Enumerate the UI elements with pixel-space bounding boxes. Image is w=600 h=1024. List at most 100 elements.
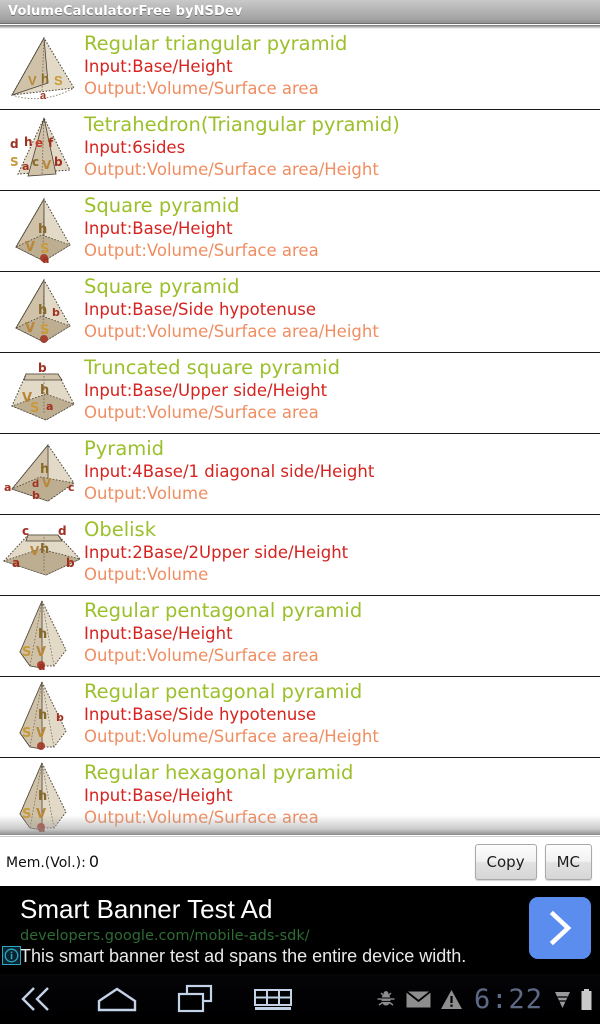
list-item[interactable]: h S V b Regular pentagonal pyramid Input… bbox=[0, 677, 600, 758]
svg-text:h: h bbox=[40, 462, 49, 477]
shape-input: Input:Base/Height bbox=[84, 786, 233, 805]
list-item[interactable]: h a d V b c Pyramid Input:4Base/1 diagon… bbox=[0, 434, 600, 515]
list-item[interactable]: c d V h a b Obelisk Input:2Base/2Upper s… bbox=[0, 515, 600, 596]
memory-value: 0 bbox=[88, 852, 100, 871]
svg-text:d: d bbox=[10, 137, 19, 151]
svg-text:V: V bbox=[28, 73, 37, 88]
ad-banner[interactable]: Smart Banner Test Ad developers.google.c… bbox=[0, 886, 600, 974]
memory-label: Mem.(Vol.): bbox=[6, 855, 86, 871]
svg-text:S: S bbox=[22, 645, 31, 660]
svg-text:V: V bbox=[25, 321, 35, 336]
svg-text:c: c bbox=[32, 155, 39, 169]
svg-text:h: h bbox=[38, 708, 47, 723]
truncated-square-pyramid-icon: b h V S a bbox=[0, 353, 84, 433]
square-pyramid-hypotenuse-icon: h V S b bbox=[0, 272, 84, 352]
status-clock: 6:22 bbox=[473, 983, 543, 1015]
shape-input: Input:6sides bbox=[84, 138, 186, 157]
svg-text:e: e bbox=[35, 136, 43, 150]
home-button[interactable] bbox=[78, 974, 156, 1024]
shape-name: Regular pentagonal pyramid bbox=[84, 680, 363, 703]
shape-output: Output:Volume/Surface area bbox=[84, 646, 319, 665]
back-button[interactable] bbox=[0, 974, 78, 1024]
mail-icon bbox=[405, 990, 431, 1009]
wifi-icon bbox=[554, 988, 571, 1010]
shape-output: Output:Volume/Surface area/Height bbox=[84, 160, 379, 179]
shape-name: Obelisk bbox=[84, 518, 157, 541]
shape-input: Input:Base/Height bbox=[84, 624, 233, 643]
svg-text:a: a bbox=[46, 400, 53, 413]
home-icon bbox=[97, 987, 137, 1012]
svg-text:h: h bbox=[40, 383, 49, 398]
shape-input: Input:Base/Side hypotenuse bbox=[84, 705, 317, 724]
svg-text:b: b bbox=[66, 556, 75, 570]
shape-output: Output:Volume/Surface area/Height bbox=[84, 727, 379, 746]
ad-info-icon[interactable] bbox=[2, 946, 21, 965]
svg-text:V: V bbox=[30, 544, 40, 558]
shape-output: Output:Volume/Surface area/Height bbox=[84, 322, 379, 341]
list-item[interactable]: h S V a Regular hexagonal pyramid Input:… bbox=[0, 758, 600, 835]
shape-name: Square pyramid bbox=[84, 194, 240, 217]
shape-name: Regular triangular pyramid bbox=[84, 32, 348, 55]
shape-input: Input:Base/Side hypotenuse bbox=[84, 300, 317, 319]
svg-text:c: c bbox=[22, 524, 29, 538]
list-item[interactable]: h V S b Square pyramid Input:Base/Side h… bbox=[0, 272, 600, 353]
svg-text:a: a bbox=[22, 160, 29, 173]
menu-button[interactable] bbox=[234, 974, 312, 1024]
shape-output: Output:Volume bbox=[84, 484, 209, 503]
svg-text:b: b bbox=[38, 361, 47, 375]
shape-output: Output:Volume/Surface area bbox=[84, 79, 319, 98]
svg-text:S: S bbox=[22, 726, 31, 741]
app-title-bar: VolumeCalculatorFree byNSDev bbox=[0, 0, 600, 24]
list-item[interactable]: V h S a Regular triangular pyramid Input… bbox=[0, 29, 600, 110]
tetrahedron-icon: d h e f S a c V b bbox=[0, 110, 84, 190]
svg-text:h: h bbox=[38, 627, 47, 642]
svg-text:S: S bbox=[30, 401, 39, 416]
memory-readout: Mem.(Vol.): 0 bbox=[0, 852, 99, 871]
svg-text:a: a bbox=[12, 556, 20, 570]
list-item-text: Obelisk Input:2Base/2Upper side/Height O… bbox=[84, 515, 600, 586]
shape-output: Output:Volume/Surface area bbox=[84, 241, 319, 260]
memory-buttons: Copy MC bbox=[474, 843, 600, 880]
grid-menu-icon bbox=[254, 989, 292, 1010]
battery-icon bbox=[580, 988, 593, 1011]
list-item-text: Tetrahedron(Triangular pyramid) Input:6s… bbox=[84, 110, 600, 181]
shape-name: Regular hexagonal pyramid bbox=[84, 761, 354, 784]
svg-text:b: b bbox=[52, 306, 60, 319]
memory-bar: Mem.(Vol.): 0 Copy MC bbox=[0, 836, 600, 886]
svg-text:h: h bbox=[24, 135, 33, 149]
svg-text:S: S bbox=[54, 73, 63, 88]
list-item-text: Pyramid Input:4Base/1 diagonal side/Heig… bbox=[84, 434, 600, 505]
pyramid-icon: h a d V b c bbox=[0, 434, 84, 514]
recents-icon bbox=[177, 984, 213, 1013]
list-item[interactable]: h V S a Square pyramid Input:Base/Height… bbox=[0, 191, 600, 272]
recents-button[interactable] bbox=[156, 974, 234, 1024]
svg-text:V: V bbox=[36, 645, 46, 660]
pentagonal-pyramid-icon: h S V a bbox=[0, 596, 84, 676]
square-pyramid-icon: h V S a bbox=[0, 191, 84, 271]
back-icon bbox=[21, 987, 49, 1011]
shape-name: Tetrahedron(Triangular pyramid) bbox=[84, 113, 400, 136]
shape-input: Input:Base/Height bbox=[84, 57, 233, 76]
svg-text:V: V bbox=[36, 807, 46, 822]
svg-text:d: d bbox=[58, 524, 67, 538]
list-item-text: Regular hexagonal pyramid Input:Base/Hei… bbox=[84, 758, 600, 829]
shape-list[interactable]: V h S a Regular triangular pyramid Input… bbox=[0, 29, 600, 835]
ad-cta-button[interactable] bbox=[529, 897, 591, 959]
hexagonal-pyramid-icon: h S V a bbox=[0, 758, 84, 835]
ad-headline: Smart Banner Test Ad bbox=[20, 894, 273, 924]
chevron-right-icon bbox=[549, 910, 572, 946]
list-item[interactable]: d h e f S a c V b Tetrahedron(Triangular… bbox=[0, 110, 600, 191]
svg-text:a: a bbox=[4, 481, 11, 494]
svg-text:V: V bbox=[25, 240, 35, 255]
shape-name: Regular pentagonal pyramid bbox=[84, 599, 363, 622]
system-navigation-bar: 6:22 bbox=[0, 974, 600, 1024]
svg-text:h: h bbox=[38, 789, 47, 804]
pentagonal-pyramid-hypotenuse-icon: h S V b bbox=[0, 677, 84, 757]
svg-text:b: b bbox=[32, 489, 40, 502]
list-item[interactable]: h S V a Regular pentagonal pyramid Input… bbox=[0, 596, 600, 677]
memory-clear-button[interactable]: MC bbox=[544, 843, 592, 880]
shape-input: Input:Base/Height bbox=[84, 219, 233, 238]
shape-output: Output:Volume bbox=[84, 565, 209, 584]
copy-button[interactable]: Copy bbox=[474, 843, 537, 880]
list-item[interactable]: b h V S a Truncated square pyramid Input… bbox=[0, 353, 600, 434]
